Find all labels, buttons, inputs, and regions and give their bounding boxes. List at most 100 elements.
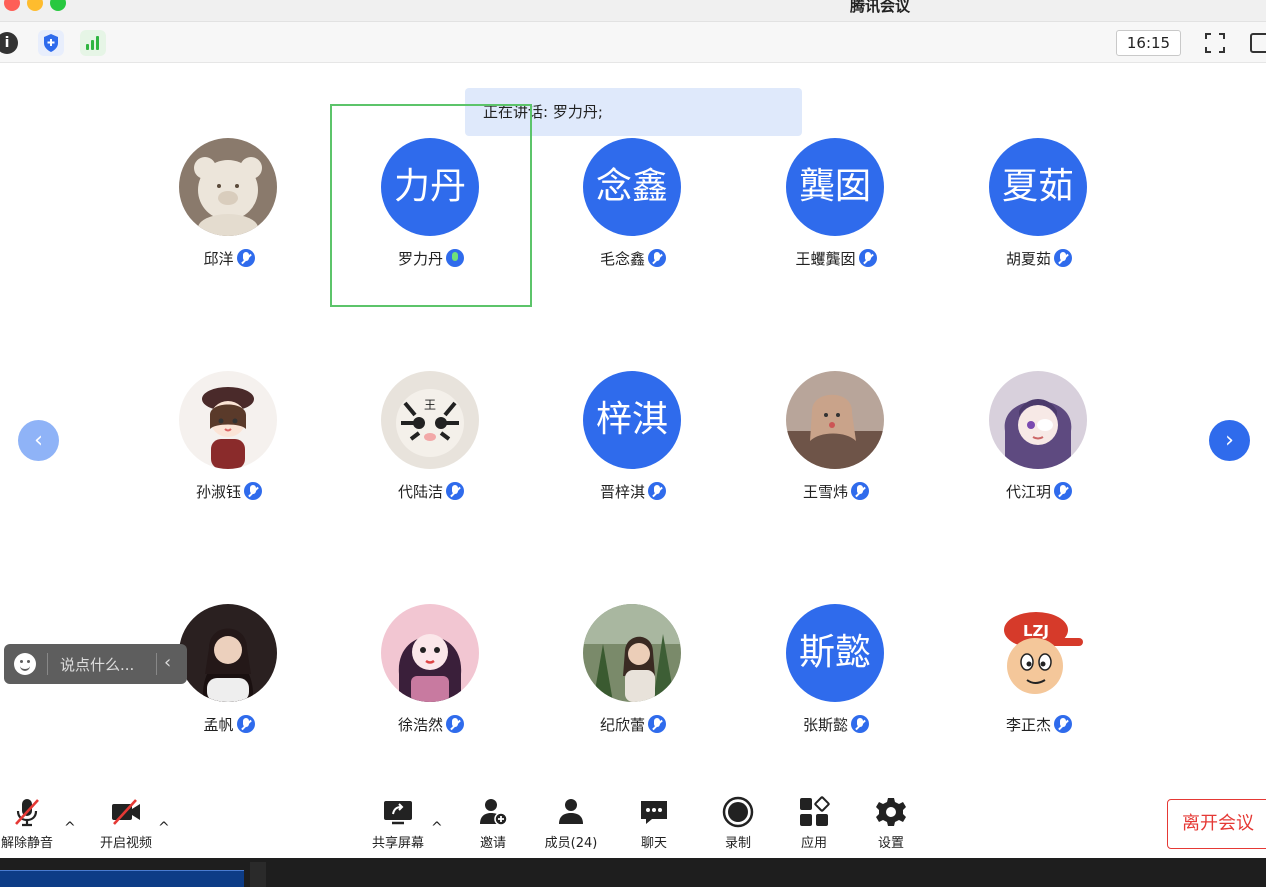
share-options-caret[interactable]: ^ [431, 820, 443, 836]
participant-name-row: 罗力丹 [331, 248, 531, 269]
avatar: 龔囡 [786, 138, 884, 236]
participant-tile[interactable]: LZJ 李正杰 [939, 604, 1139, 764]
participant-tile[interactable]: 纪欣蕾 [533, 604, 733, 764]
avatar: 王 [381, 371, 479, 469]
participant-tile[interactable]: 梓淇 晋梓淇 [533, 371, 733, 531]
mic-muted-icon [1054, 249, 1072, 267]
participant-name: 罗力丹 [397, 250, 443, 268]
record-button[interactable]: 录制 [703, 796, 773, 851]
participant-tile[interactable]: 徐浩然 [331, 604, 531, 764]
participant-name-row: 纪欣蕾 [533, 714, 733, 735]
participant-tile[interactable]: 孙淑钰 [129, 371, 329, 531]
share-screen-label: 共享屏幕 [371, 836, 424, 851]
participant-tile[interactable]: 夏茹胡夏茹 [939, 138, 1139, 298]
window-mode-icon[interactable] [1250, 33, 1266, 53]
avatar [583, 604, 681, 702]
title-bar: 腾讯会议 [0, 0, 1266, 22]
participant-name: 代陆洁 [397, 483, 443, 501]
close-window-button[interactable] [4, 0, 20, 11]
zoom-window-button[interactable] [50, 0, 66, 11]
shield-icon[interactable] [38, 30, 64, 56]
members-label: 成员(24) [544, 836, 598, 851]
participant-name: 代江玥 [1005, 483, 1051, 501]
start-video-button[interactable]: 开启视频 [91, 796, 161, 851]
participant-tile[interactable]: 念鑫 毛念鑫 [533, 138, 733, 298]
collapse-chat-icon[interactable]: ‹ [164, 652, 171, 673]
chat-button[interactable]: 聊天 [619, 796, 689, 851]
participant-name: 纪欣蕾 [599, 716, 645, 734]
mic-muted-icon [446, 715, 464, 733]
participant-tile[interactable]: 王雪炜 [736, 371, 936, 531]
mic-muted-icon [648, 249, 666, 267]
leave-meeting-button[interactable]: 离开会议 [1167, 799, 1266, 849]
participant-name: 王蠼龔囡 [795, 250, 856, 268]
video-options-caret[interactable]: ^ [158, 820, 170, 836]
mic-muted-icon [851, 715, 869, 733]
participant-tile[interactable]: 龔囡王蠼龔囡 [736, 138, 936, 298]
share-screen-button[interactable]: 共享屏幕 [363, 796, 433, 851]
participant-tile[interactable]: 王代陆洁 [331, 371, 531, 531]
previous-page-button[interactable]: ‹ [18, 420, 59, 461]
mic-muted-icon [236, 715, 255, 733]
svg-text:LZJ: LZJ [1023, 622, 1049, 640]
window-title: 腾讯会议 [850, 0, 911, 15]
avatar: 梓淇 [583, 371, 681, 469]
next-page-button[interactable]: › [1209, 420, 1250, 461]
avatar: 夏茹 [989, 138, 1087, 236]
mic-muted-icon [648, 482, 666, 500]
unmute-button[interactable]: 解除静音 [0, 796, 62, 851]
participant-name-row: 李正杰 [939, 714, 1139, 735]
participant-name-row: 徐浩然 [331, 714, 531, 735]
participant-tile[interactable]: 力丹 罗力丹 [331, 138, 531, 298]
participant-tile[interactable]: 代江玥 [939, 371, 1139, 531]
audio-options-caret[interactable]: ^ [64, 820, 76, 836]
info-icon[interactable]: i [0, 32, 18, 54]
participant-name-row: 邱洋 [129, 248, 329, 269]
participant-name: 张斯懿 [802, 716, 848, 734]
minimize-window-button[interactable] [27, 0, 43, 11]
avatar [381, 604, 479, 702]
participant-name-row: 孙淑钰 [129, 481, 329, 502]
participant-name-row: 孟帆 [129, 714, 329, 735]
mic-muted-icon [858, 249, 877, 267]
add-user-icon [477, 796, 509, 828]
muted-mic-icon [11, 796, 43, 828]
mic-muted-icon [648, 715, 666, 733]
emoji-icon[interactable] [14, 653, 36, 675]
participant-name: 胡夏茹 [1005, 250, 1051, 268]
members-button[interactable]: 成员(24) [536, 796, 606, 851]
settings-label: 设置 [877, 836, 904, 851]
quick-chat-bar[interactable]: 说点什么... ‹ [4, 644, 187, 684]
participant-name: 毛念鑫 [599, 250, 645, 268]
invite-button[interactable]: 邀请 [458, 796, 528, 851]
participant-name-row: 晋梓淇 [533, 481, 733, 502]
fullscreen-icon[interactable] [1202, 30, 1228, 56]
participant-name-row: 毛念鑫 [533, 248, 733, 269]
avatar [989, 371, 1087, 469]
avatar [179, 371, 277, 469]
participant-name-row: 张斯懿 [736, 714, 936, 735]
apps-button[interactable]: 应用 [779, 796, 849, 851]
participant-name: 孙淑钰 [195, 483, 241, 501]
mic-muted-icon [1054, 715, 1072, 733]
divider [156, 653, 157, 675]
divider [47, 653, 48, 675]
avatar: 斯懿 [786, 604, 884, 702]
participant-name: 徐浩然 [397, 716, 443, 734]
avatar [179, 138, 277, 236]
taskbar-window-thumbnail[interactable] [0, 870, 244, 887]
svg-text:王: 王 [424, 398, 436, 412]
mic-muted-icon [1054, 482, 1072, 500]
participant-tile[interactable]: 斯懿张斯懿 [736, 604, 936, 764]
signal-icon[interactable] [80, 30, 106, 56]
participant-tile[interactable]: 邱洋 [129, 138, 329, 298]
chat-input[interactable]: 说点什么... [60, 654, 134, 675]
mic-muted-icon [446, 482, 464, 500]
mic-muted-icon [244, 482, 262, 500]
avatar: LZJ [989, 604, 1087, 702]
settings-button[interactable]: 设置 [856, 796, 926, 851]
chevron-left-icon: ‹ [34, 428, 43, 453]
participant-name-row: 王雪炜 [736, 481, 936, 502]
record-icon [722, 796, 754, 828]
participant-tile[interactable]: 孟帆 [129, 604, 329, 764]
